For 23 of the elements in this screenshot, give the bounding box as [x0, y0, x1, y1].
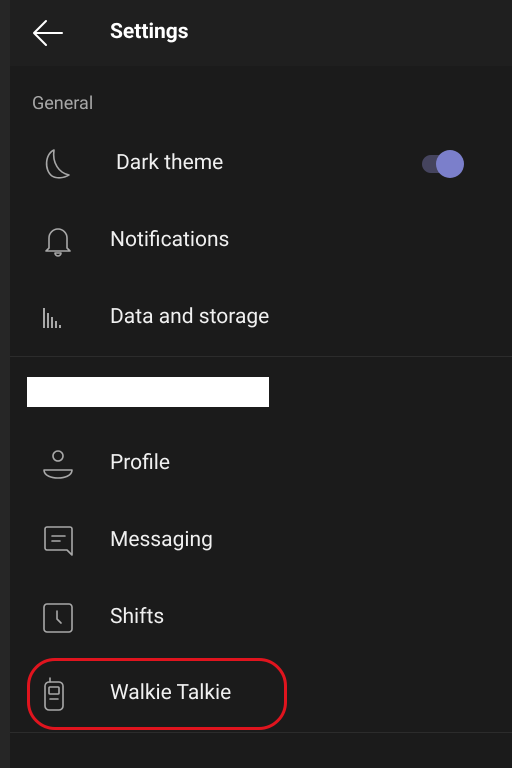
walkie-talkie-icon: [42, 677, 66, 711]
settings-row[interactable]: Notifications: [10, 202, 512, 279]
settings-row[interactable]: Profile: [10, 425, 512, 502]
row-label: Dark theme: [116, 150, 224, 177]
row-label: Data and storage: [110, 304, 270, 331]
toggle-switch[interactable]: [420, 150, 464, 178]
settings-row[interactable]: Shifts: [10, 579, 512, 656]
row-label: Notifications: [110, 226, 230, 254]
section-heading: General: [31, 92, 94, 116]
person-icon: [42, 448, 74, 480]
settings-row[interactable]: Dark theme: [10, 125, 512, 202]
row-label: Shifts: [110, 604, 164, 631]
row-label: Messaging: [110, 526, 213, 554]
settings-row[interactable]: Messaging: [10, 502, 512, 579]
bar-graph-icon: [42, 306, 64, 328]
highlight-outline[interactable]: Walkie Talkie: [27, 658, 287, 730]
row-label: Profile: [110, 450, 170, 477]
back-icon[interactable]: [32, 19, 64, 47]
window-title: Settings: [110, 19, 189, 46]
chat-icon: [42, 524, 74, 557]
clock-icon: [42, 602, 74, 634]
row-label: Walkie Talkie: [110, 680, 232, 708]
settings-row[interactable]: Data and storage: [10, 279, 512, 356]
